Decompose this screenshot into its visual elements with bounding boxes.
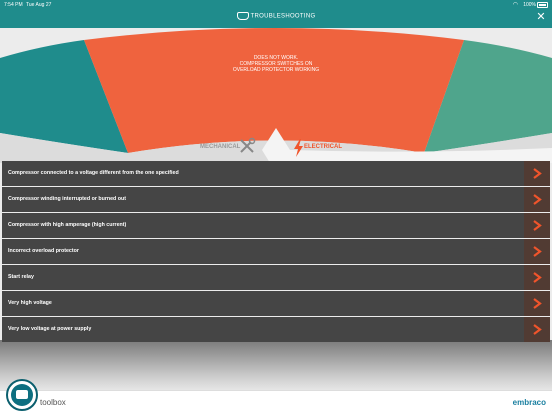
cause-list: Compressor connected to a voltage differ… [2,161,550,343]
status-date: Tue Aug 27 [26,2,52,8]
page-title-text: TROUBLESHOOTING [250,13,316,20]
tab-mechanical-label: MECHANICAL [200,144,241,150]
list-item-label: Incorrect overload protector [8,248,79,254]
chevron-right-icon [524,317,550,342]
battery-level: 100% [523,2,536,8]
chevron-right-icon [524,187,550,212]
list-item-label: Compressor winding interrupted or burned… [8,196,127,202]
chevron-right-icon [524,213,550,238]
brand-logo: embraco [512,398,546,407]
wrench-screwdriver-icon [240,137,256,153]
list-item-label: Very high voltage [8,300,52,306]
chevron-right-icon [524,161,550,186]
toolbox-logo-icon [11,384,33,406]
list-item-label: Compressor connected to a voltage differ… [8,170,179,176]
chevron-right-icon [524,239,550,264]
list-item[interactable]: Compressor with high amperage (high curr… [2,213,550,238]
close-button[interactable]: ✕ [535,11,547,23]
problem-line-3: OVERLOAD PROTECTOR WORKING [232,67,320,73]
chevron-right-icon [524,265,550,290]
wifi-icon: ◠ [512,2,518,8]
app-header: 7:54 PM Tue Aug 27 ◠ 100% TROUBLESHOOTIN… [0,0,552,28]
app-name: toolbox [40,398,66,407]
list-item[interactable]: Very low voltage at power supply [2,317,550,342]
problem-description: DOES NOT WORK. COMPRESSOR SWITCHES ON OV… [206,55,346,73]
status-bar: 7:54 PM Tue Aug 27 ◠ 100% [0,0,552,9]
list-item-label: Very low voltage at power supply [8,326,92,332]
close-icon: ✕ [536,11,546,23]
tab-electrical[interactable]: ELECTRICAL [294,139,342,157]
list-item[interactable]: Very high voltage [2,291,550,316]
lightning-bolt-icon [294,139,303,157]
toolbox-home-button[interactable] [6,379,38,411]
compressor-logo-icon [236,12,249,20]
list-item[interactable]: Start relay [2,265,550,290]
category-arc: DOES NOT WORK. COMPRESSOR SWITCHES ON OV… [0,28,552,163]
chevron-right-icon [524,291,550,316]
page-title: TROUBLESHOOTING [0,12,552,20]
tab-mechanical[interactable]: MECHANICAL [200,137,256,153]
tab-electrical-label: ELECTRICAL [304,144,342,150]
app-footer: toolbox embraco [0,379,552,415]
battery-icon [537,2,548,8]
list-item-label: Start relay [8,274,34,280]
list-item-label: Compressor with high amperage (high curr… [8,222,127,228]
background-photo [0,340,552,390]
list-item[interactable]: Compressor connected to a voltage differ… [2,161,550,186]
list-item[interactable]: Compressor winding interrupted or burned… [2,187,550,212]
status-time: 7:54 PM [4,2,23,8]
list-item[interactable]: Incorrect overload protector [2,239,550,264]
